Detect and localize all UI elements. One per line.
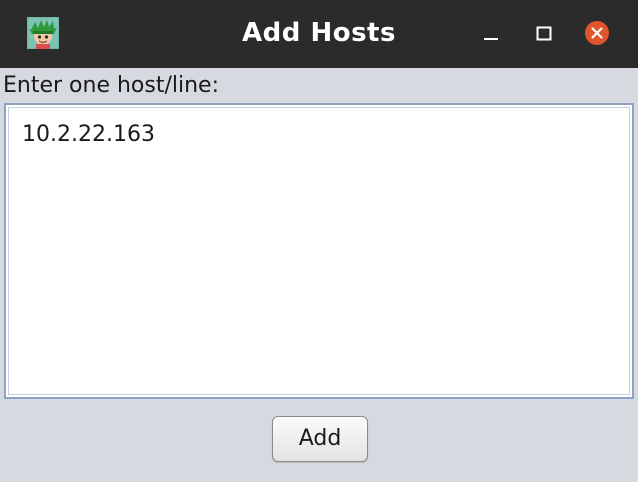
add-hosts-dialog: Add Hosts Enter one host/line: 10.2.22.1… bbox=[0, 0, 638, 482]
hosts-text-area[interactable]: 10.2.22.163 bbox=[8, 107, 630, 395]
add-button[interactable]: Add bbox=[272, 416, 368, 462]
app-mascot-icon bbox=[27, 17, 59, 49]
minimize-icon[interactable] bbox=[476, 18, 506, 48]
hosts-prompt-label: Enter one host/line: bbox=[3, 73, 219, 98]
title-bar[interactable]: Add Hosts bbox=[0, 0, 638, 68]
hosts-text-area-frame: 10.2.22.163 bbox=[4, 103, 634, 399]
maximize-icon[interactable] bbox=[529, 18, 559, 48]
close-icon[interactable] bbox=[582, 18, 612, 48]
